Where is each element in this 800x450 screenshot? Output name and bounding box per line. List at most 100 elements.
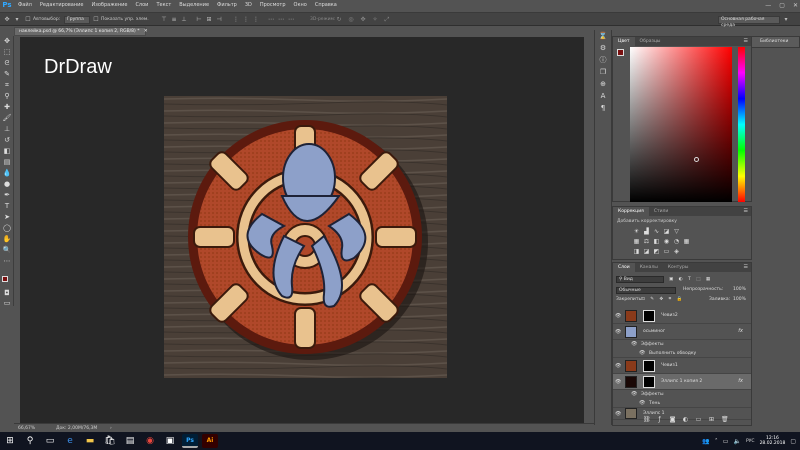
marquee-tool-icon[interactable]: ⬚ [0,47,14,58]
notifications-icon[interactable]: ▢ [790,438,796,445]
checkbox-autoselect[interactable]: ☐ [24,16,32,24]
invert-icon[interactable]: ◨ [633,248,640,255]
selective-color-icon[interactable]: ◈ [673,248,680,255]
visibility-eye-icon[interactable]: 👁 [639,350,645,356]
group-select[interactable]: Группа [64,16,90,24]
align-top-icon[interactable]: ⊤ [160,16,168,24]
distribute-left-icon[interactable]: ⋯ [267,16,275,24]
menu-edit[interactable]: Редактирование [36,2,88,8]
store-icon[interactable]: 🛍 [100,432,120,450]
menu-3d[interactable]: 3D [241,2,256,8]
align-left-icon[interactable]: ⊢ [195,16,203,24]
zoom-level[interactable]: 66,67% [18,425,35,432]
blend-mode-select[interactable]: Обычные [616,287,676,294]
tab-adjustments[interactable]: Коррекция [613,207,649,216]
visibility-eye-icon[interactable]: 👁 [631,341,637,347]
pen-tool-icon[interactable]: ✒ [0,190,14,201]
distribute-top-icon[interactable]: ⋮ [232,16,240,24]
windows-start-icon[interactable]: ⊞ [0,432,20,450]
layer-row[interactable]: 👁 осьминог fx [613,324,751,340]
path-select-tool-icon[interactable]: ➤ [0,212,14,223]
layer-row[interactable]: 👁 Чевиз2 [613,308,751,324]
stamp-tool-icon[interactable]: ⊥ [0,124,14,135]
layer-style-icon[interactable]: ƒ [656,416,663,423]
posterize-icon[interactable]: ◪ [643,248,650,255]
document-canvas[interactable] [164,96,447,378]
menu-type[interactable]: Текст [152,2,175,8]
align-middle-icon[interactable]: ≡ [170,16,178,24]
more-tools-icon[interactable]: ⋯ [0,256,14,267]
visibility-eye-icon[interactable]: 👁 [615,379,621,385]
group-folder-icon[interactable]: ▭ [695,416,702,423]
chrome-icon[interactable]: ◉ [140,432,160,450]
foreground-color-swatch[interactable] [2,276,8,282]
panel-menu-icon[interactable]: ☰ [744,263,748,272]
dropdown-arrow-icon[interactable]: ▾ [13,16,21,24]
type-tool-icon[interactable]: T [0,201,14,212]
color-picker-field[interactable] [630,47,732,202]
lasso-tool-icon[interactable]: ᘓ [0,58,14,69]
history-brush-tool-icon[interactable]: ↺ [0,135,14,146]
image-viewer-icon[interactable]: ▣ [160,432,180,450]
clone-source-icon[interactable]: ⊕ [595,78,611,90]
visibility-eye-icon[interactable]: 👁 [639,400,645,406]
distribute-center-icon[interactable]: ⋯ [277,16,285,24]
distribute-right-icon[interactable]: ⋯ [287,16,295,24]
channel-mixer-icon[interactable]: ◔ [673,238,680,245]
file-explorer-icon[interactable]: ▬ [80,432,100,450]
tab-swatches[interactable]: Образцы [635,37,666,46]
status-arrow-icon[interactable]: › [110,425,112,432]
tab-channels[interactable]: Каналы [635,263,663,272]
layer-filter-select[interactable]: ⚲ Вид [616,276,664,283]
rotate-3d-icon[interactable]: ↻ [335,16,343,24]
menu-file[interactable]: Файл [14,2,36,8]
volume-icon[interactable]: 🔈 [733,438,740,445]
visibility-eye-icon[interactable]: 👁 [615,411,621,417]
maximize-icon[interactable]: ▢ [779,2,785,9]
hue-saturation-icon[interactable]: ▦ [633,238,640,245]
close-icon[interactable]: ✕ [793,2,798,9]
layer-fx-badge[interactable]: fx [738,378,743,384]
paragraph-panel-icon[interactable]: ¶ [595,102,611,114]
screen-mode-icon[interactable]: ▭ [0,298,14,309]
move-tool-icon[interactable]: ✥ [0,36,14,47]
delete-layer-icon[interactable]: 🗑 [721,416,729,423]
menu-filter[interactable]: Фильтр [213,2,241,8]
black-white-icon[interactable]: ◧ [653,238,660,245]
visibility-eye-icon[interactable]: 👁 [615,313,621,319]
distribute-bottom-icon[interactable]: ⋮ [252,16,260,24]
edge-browser-icon[interactable]: e [60,432,80,450]
color-picker-marker[interactable] [694,157,699,162]
levels-icon[interactable]: ▟ [643,228,650,235]
menu-window[interactable]: Окно [290,2,311,8]
panel-menu-icon[interactable]: ☰ [744,37,748,46]
exposure-icon[interactable]: ◪ [663,228,670,235]
vibrance-icon[interactable]: ▽ [673,228,680,235]
language-indicator[interactable]: РУС [746,439,755,444]
menu-select[interactable]: Выделение [175,2,213,8]
color-balance-icon[interactable]: ⚖ [643,238,650,245]
fill-value[interactable]: 100% [733,296,746,304]
move-tool-icon[interactable]: ✥ [3,16,11,24]
gradient-tool-icon[interactable]: ▤ [0,157,14,168]
scale-3d-icon[interactable]: ⤢ [383,16,391,24]
brightness-contrast-icon[interactable]: ☀ [633,228,640,235]
dodge-tool-icon[interactable]: ● [0,179,14,190]
layer-row[interactable]: 👁 Чевиз1 [613,358,751,374]
eraser-tool-icon[interactable]: ◧ [0,146,14,157]
panel-menu-icon[interactable]: ☰ [744,207,748,216]
layer-comps-icon[interactable]: ❐ [595,66,611,78]
curves-icon[interactable]: ∿ [653,228,660,235]
photo-filter-icon[interactable]: ◉ [663,238,670,245]
document-tab[interactable]: наклейка.psd @ 66,7% (Эллипс 1 копия 2, … [14,27,148,36]
menu-image[interactable]: Изображение [87,2,131,8]
zoom-tool-icon[interactable]: 🔍 [0,245,14,256]
new-layer-icon[interactable]: ⊞ [708,416,715,423]
illustrator-taskbar-icon[interactable]: Ai [202,434,218,448]
opacity-value[interactable]: 100% [733,286,746,294]
visibility-eye-icon[interactable]: 👁 [631,391,637,397]
align-right-icon[interactable]: ⊣ [215,16,223,24]
drag-3d-icon[interactable]: ✥ [359,16,367,24]
search-icon[interactable]: ⚲ [20,432,40,450]
align-center-icon[interactable]: ⊞ [205,16,213,24]
